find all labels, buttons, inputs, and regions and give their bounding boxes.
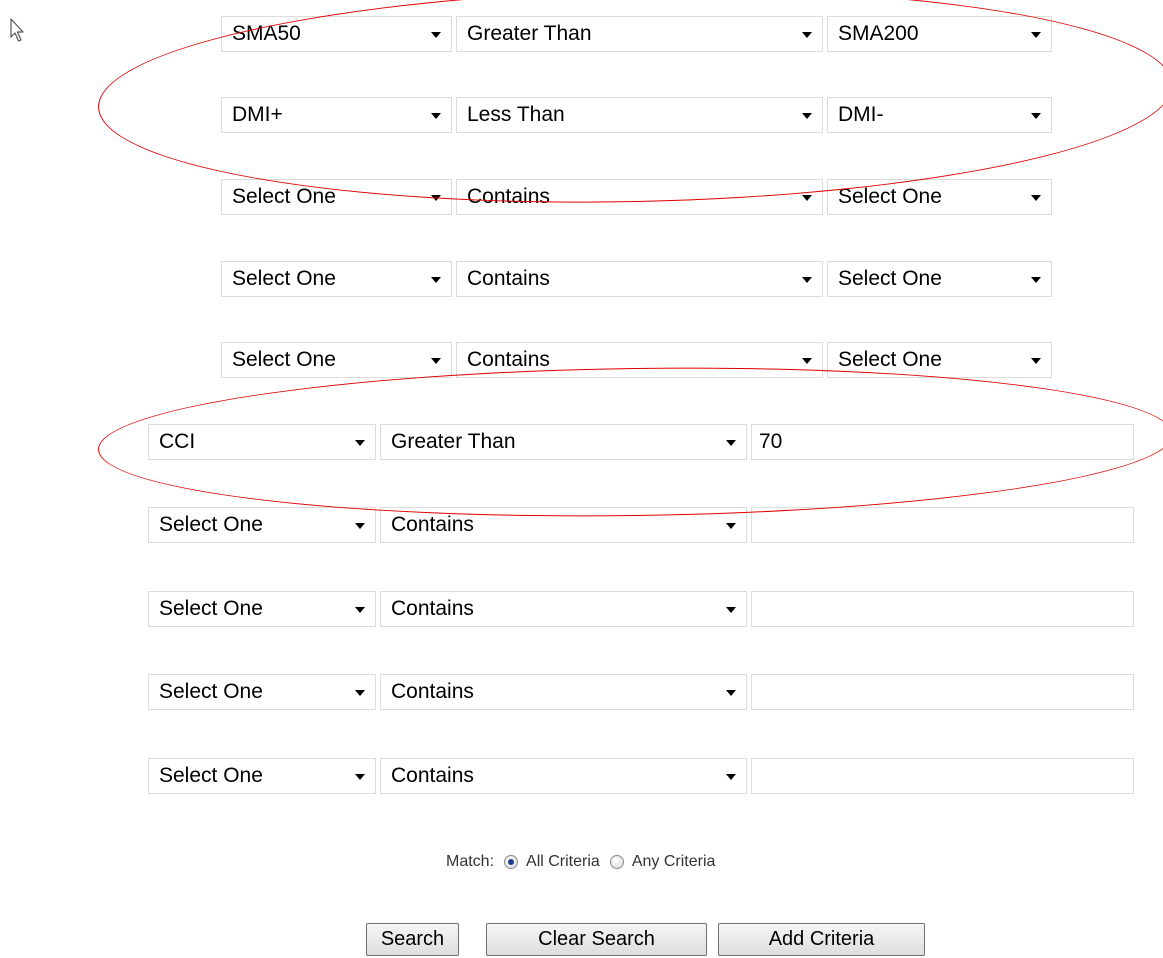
match-options: Match: All Criteria Any Criteria — [446, 850, 715, 874]
chevron-down-icon — [431, 32, 441, 38]
chevron-down-icon — [355, 690, 365, 696]
value-input[interactable] — [751, 674, 1134, 710]
chevron-down-icon — [355, 523, 365, 529]
radio-any-criteria[interactable] — [609, 855, 624, 869]
any-criteria-label: Any Criteria — [631, 853, 716, 870]
field-select[interactable]: Select One — [148, 674, 376, 710]
chevron-down-icon — [355, 774, 365, 780]
chevron-down-icon — [1031, 195, 1041, 201]
operator-select[interactable]: Contains — [380, 591, 747, 627]
chevron-down-icon — [431, 358, 441, 364]
operator-select[interactable]: Contains — [456, 179, 823, 215]
target-select[interactable]: DMI- — [827, 97, 1052, 133]
chevron-down-icon — [726, 690, 736, 696]
operator-select[interactable]: Less Than — [456, 97, 823, 133]
chevron-down-icon — [726, 440, 736, 446]
radio-all-criteria[interactable] — [504, 855, 519, 869]
field-select[interactable]: Select One — [221, 179, 452, 215]
value-input[interactable] — [751, 591, 1134, 627]
chevron-down-icon — [1031, 32, 1041, 38]
operator-select[interactable]: Greater Than — [456, 16, 823, 52]
chevron-down-icon — [726, 523, 736, 529]
chevron-down-icon — [431, 195, 441, 201]
chevron-down-icon — [431, 277, 441, 283]
field-select[interactable]: Select One — [148, 507, 376, 543]
chevron-down-icon — [802, 195, 812, 201]
chevron-down-icon — [802, 358, 812, 364]
field-select[interactable]: DMI+ — [221, 97, 452, 133]
clear-search-button[interactable]: Clear Search — [486, 923, 707, 956]
field-select[interactable]: SMA50 — [221, 16, 452, 52]
field-select[interactable]: Select One — [221, 342, 452, 378]
field-select[interactable]: Select One — [221, 261, 452, 297]
chevron-down-icon — [726, 774, 736, 780]
target-select[interactable]: Select One — [827, 342, 1052, 378]
field-select[interactable]: Select One — [148, 758, 376, 794]
search-button[interactable]: Search — [366, 923, 459, 956]
operator-select[interactable]: Contains — [456, 342, 823, 378]
chevron-down-icon — [431, 113, 441, 119]
field-select[interactable]: CCI — [148, 424, 376, 460]
chevron-down-icon — [802, 113, 812, 119]
field-select[interactable]: Select One — [148, 591, 376, 627]
mouse-cursor-icon — [10, 18, 24, 42]
chevron-down-icon — [1031, 358, 1041, 364]
match-label: Match: — [446, 853, 495, 870]
target-select[interactable]: SMA200 — [827, 16, 1052, 52]
chevron-down-icon — [1031, 277, 1041, 283]
chevron-down-icon — [802, 32, 812, 38]
chevron-down-icon — [355, 440, 365, 446]
operator-select[interactable]: Contains — [380, 674, 747, 710]
operator-select[interactable]: Contains — [456, 261, 823, 297]
value-input[interactable] — [751, 758, 1134, 794]
add-criteria-button[interactable]: Add Criteria — [718, 923, 925, 956]
operator-select[interactable]: Contains — [380, 507, 747, 543]
target-select[interactable]: Select One — [827, 179, 1052, 215]
all-criteria-label: All Criteria — [526, 853, 600, 870]
operator-select[interactable]: Contains — [380, 758, 747, 794]
chevron-down-icon — [355, 607, 365, 613]
chevron-down-icon — [1031, 113, 1041, 119]
chevron-down-icon — [726, 607, 736, 613]
value-input[interactable]: 70 — [751, 424, 1134, 460]
target-select[interactable]: Select One — [827, 261, 1052, 297]
chevron-down-icon — [802, 277, 812, 283]
operator-select[interactable]: Greater Than — [380, 424, 747, 460]
value-input[interactable] — [751, 507, 1134, 543]
